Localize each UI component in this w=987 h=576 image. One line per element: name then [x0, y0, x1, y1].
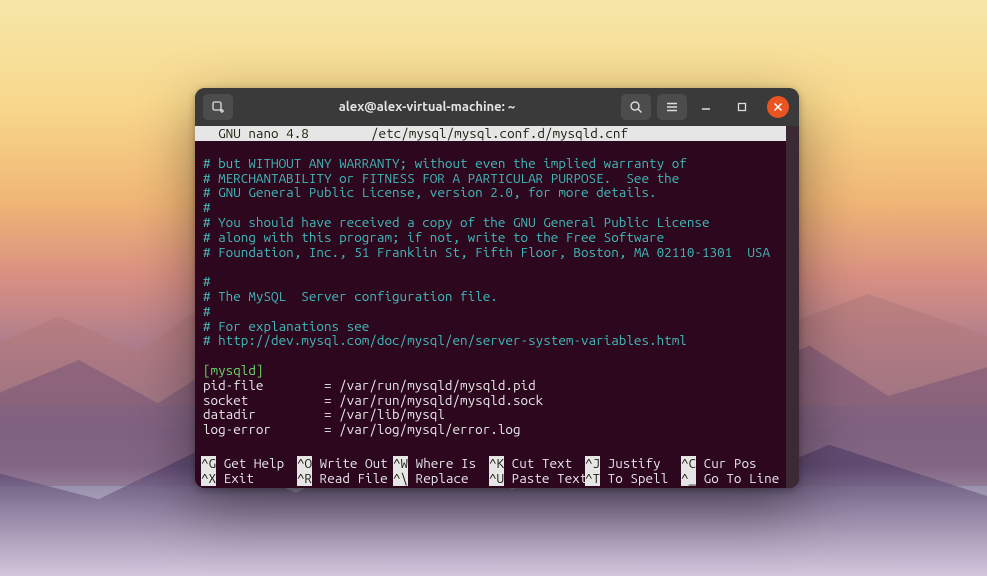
minimize-icon	[700, 101, 712, 113]
file-line: # For explanations see	[203, 318, 369, 334]
file-line: socket = /var/run/mysqld/mysqld.sock	[203, 392, 543, 408]
nano-app-name: GNU nano 4.8	[203, 126, 371, 141]
terminal-window: alex@alex-virtual-machine: ~ GNU nano 4.…	[195, 88, 799, 488]
file-line-section: [mysqld]	[203, 362, 263, 378]
file-line: # GNU General Public License, version 2.…	[203, 184, 657, 200]
new-tab-button[interactable]	[203, 94, 233, 120]
shortcut-cur-pos: ^C Cur Pos	[681, 456, 757, 471]
minimize-button[interactable]	[695, 96, 717, 118]
search-button[interactable]	[621, 94, 651, 120]
terminal-body[interactable]: GNU nano 4.8 /etc/mysql/mysql.conf.d/mys…	[195, 126, 799, 488]
maximize-icon	[736, 101, 748, 113]
file-line: # MERCHANTABILITY or FITNESS FOR A PARTI…	[203, 170, 679, 186]
file-line: pid-file = /var/run/mysqld/mysqld.pid	[203, 377, 536, 393]
nano-titlebar: GNU nano 4.8 /etc/mysql/mysql.conf.d/mys…	[195, 126, 786, 141]
maximize-button[interactable]	[731, 96, 753, 118]
window-title: alex@alex-virtual-machine: ~	[239, 100, 615, 114]
shortcut-go-to-line: ^_ Go To Line	[681, 471, 779, 486]
shortcut-exit: ^X Exit	[201, 471, 297, 486]
file-line: #	[203, 303, 211, 319]
shortcut-replace: ^\ Replace	[393, 471, 489, 486]
file-line: log-error = /var/log/mysql/error.log	[203, 421, 521, 437]
file-line: # The MySQL Server configuration file.	[203, 288, 498, 304]
titlebar[interactable]: alex@alex-virtual-machine: ~	[195, 88, 799, 126]
file-line: #	[203, 273, 211, 289]
file-line: # along with this program; if not, write…	[203, 229, 664, 245]
search-icon	[629, 100, 643, 114]
shortcut-row-2: ^X Exit ^R Read File ^\ Replace ^U Paste…	[201, 471, 780, 486]
shortcut-cut-text: ^K Cut Text	[489, 456, 585, 471]
hamburger-icon	[665, 100, 679, 114]
menu-button[interactable]	[657, 94, 687, 120]
window-controls	[695, 96, 789, 118]
shortcut-get-help: ^G Get Help	[201, 456, 297, 471]
shortcut-where-is: ^W Where Is	[393, 456, 489, 471]
shortcut-write-out: ^O Write Out	[297, 456, 393, 471]
shortcut-row-1: ^G Get Help ^O Write Out ^W Where Is ^K …	[201, 456, 780, 471]
close-icon	[773, 102, 783, 112]
shortcut-paste-text: ^U Paste Text	[489, 471, 585, 486]
file-line: #	[203, 199, 211, 215]
file-line: # http://dev.mysql.com/doc/mysql/en/serv…	[203, 332, 687, 348]
file-line: # You should have received a copy of the…	[203, 214, 710, 230]
nano-shortcut-bar: ^G Get Help ^O Write Out ^W Where Is ^K …	[195, 456, 786, 486]
close-button[interactable]	[767, 96, 789, 118]
editor-content[interactable]: # but WITHOUT ANY WARRANTY; without even…	[195, 141, 786, 437]
file-line: datadir = /var/lib/mysql	[203, 406, 445, 422]
file-line: # but WITHOUT ANY WARRANTY; without even…	[203, 155, 687, 171]
shortcut-read-file: ^R Read File	[297, 471, 393, 486]
shortcut-to-spell: ^T To Spell	[585, 471, 681, 486]
nano-file-path: /etc/mysql/mysql.conf.d/mysqld.cnf	[371, 126, 628, 141]
shortcut-justify: ^J Justify	[585, 456, 681, 471]
new-tab-icon	[211, 100, 225, 114]
file-line: # Foundation, Inc., 51 Franklin St, Fift…	[203, 244, 770, 260]
